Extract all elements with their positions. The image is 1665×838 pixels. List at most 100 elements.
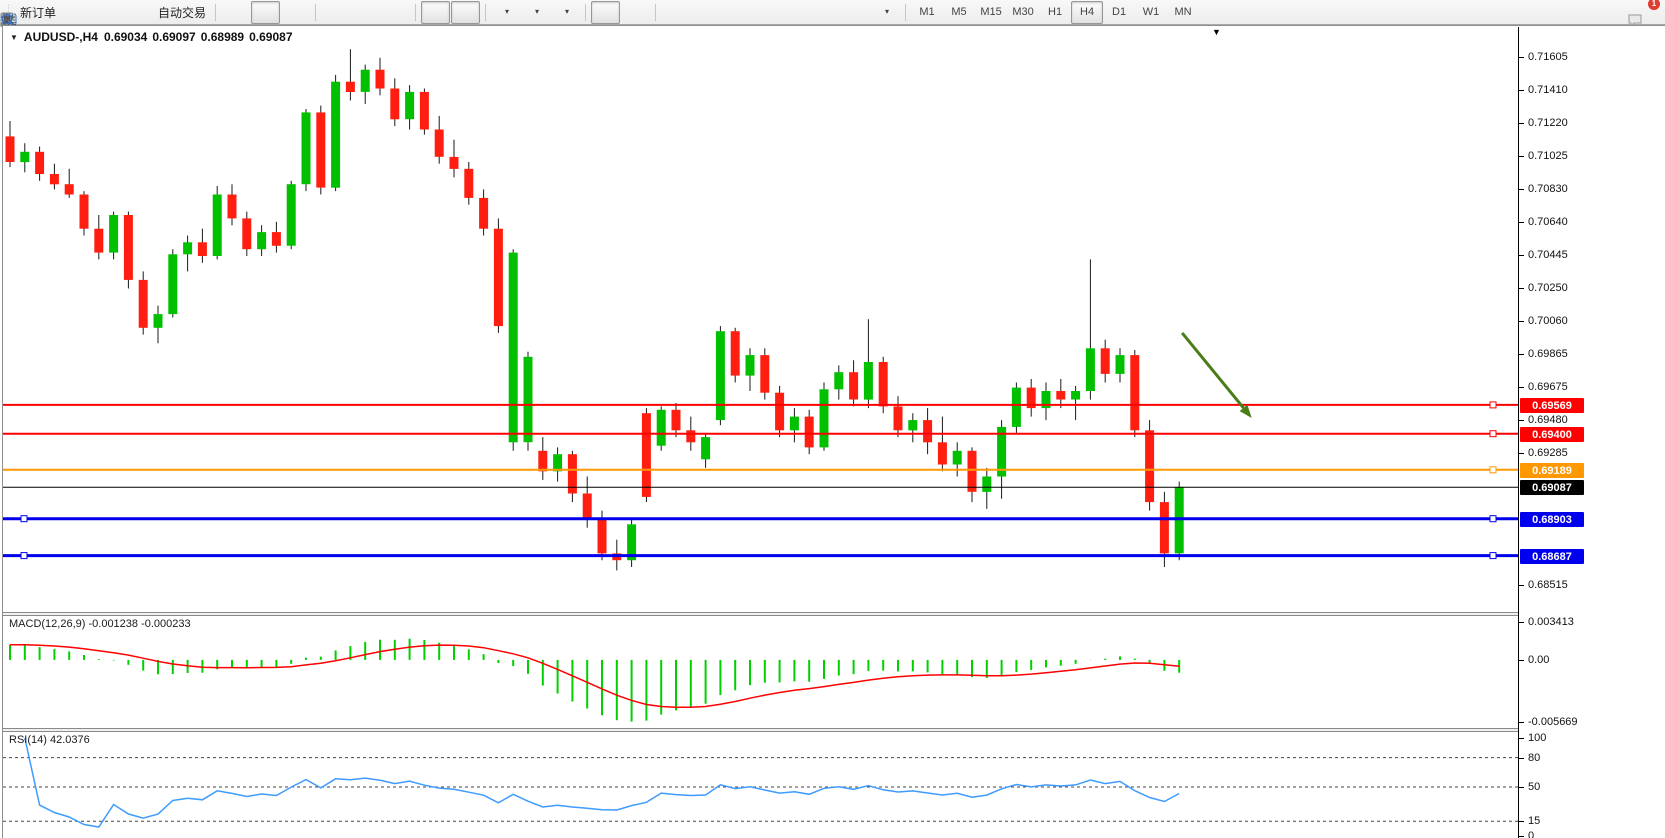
trendline-tool-button[interactable] [721,1,750,24]
price-tick: 0.69675 [1528,381,1568,393]
vertical-line-tool-button[interactable] [661,1,690,24]
tile-windows-button[interactable] [381,1,410,24]
axis-tick [1519,758,1524,759]
rsi-tick: 0 [1528,830,1534,838]
rsi-tick: 15 [1528,815,1540,827]
bar-chart-button[interactable] [221,1,250,24]
search-button[interactable] [1591,1,1620,24]
price-tick: 0.70640 [1528,216,1568,228]
crosshair-tool-button[interactable] [621,1,650,24]
chart-window: ▼ AUDUSD-,H4 0.69034 0.69097 0.68989 0.6… [3,26,1665,838]
chart-shift-marker-icon[interactable]: ▼ [1212,27,1221,37]
periods-button[interactable]: ▾ [521,1,550,24]
hline-price-tag: 0.68687 [1520,549,1584,564]
cursor-tool-button[interactable] [591,1,620,24]
auto-trading-button[interactable]: 自动交易 [151,1,210,24]
text-tool-button[interactable]: A [811,1,840,24]
axis-tick [1519,90,1524,91]
axis-tick [1519,660,1524,661]
fibonacci-tool-button[interactable]: F [781,1,810,24]
axis-tick [1519,354,1524,355]
macd-tick: 0.003413 [1528,616,1574,628]
timeframe-w1-button[interactable]: W1 [1135,1,1167,24]
zoom-in-button[interactable] [321,1,350,24]
ohlc-high: 0.69097 [152,30,195,44]
axis-tick [1519,222,1524,223]
rsi-indicator-label: RSI(14) 42.0376 [9,734,90,746]
hline-0.69189[interactable] [3,467,1518,473]
toolbar-separator [655,4,656,21]
candlestick-chart-button[interactable] [251,1,280,24]
auto-trading-label: 自动交易 [158,4,206,21]
horizontal-line-tool-button[interactable] [691,1,720,24]
axis-tick [1519,836,1524,837]
timeframe-d1-button[interactable]: D1 [1103,1,1135,24]
price-tick: 0.71220 [1528,117,1568,129]
price-tick: 0.70060 [1528,315,1568,327]
price-tick: 0.68515 [1528,579,1568,591]
toolbar-separator [485,4,486,21]
arrows-tool-button[interactable]: ▾ [871,1,900,24]
chart-ohlc-header: ▼ AUDUSD-,H4 0.69034 0.69097 0.68989 0.6… [10,30,293,44]
price-tick: 0.69480 [1528,414,1568,426]
signals-button[interactable] [121,1,150,24]
line-chart-button[interactable] [281,1,310,24]
new-order-button[interactable]: 新订单 [13,1,60,24]
axis-tick [1519,420,1524,421]
axis-tick [1519,622,1524,623]
current-price-tag: 0.69087 [1520,480,1584,495]
rsi-tick: 80 [1528,752,1540,764]
hline-price-tag: 0.68903 [1520,512,1584,527]
macd-name: MACD(12,26,9) [9,618,85,630]
zoom-out-button[interactable] [351,1,380,24]
equidistant-channel-tool-button[interactable]: E [751,1,780,24]
price-tick: 0.71025 [1528,150,1568,162]
macd-indicator-label: MACD(12,26,9) -0.001238 -0.000233 [9,618,191,630]
hline-0.68687[interactable] [3,553,1518,559]
chart-shift-button[interactable] [451,1,480,24]
timeframe-mn-button[interactable]: MN [1167,1,1199,24]
caret-down-icon: ▾ [535,8,539,16]
axis-tick [1519,288,1524,289]
macd-panel-canvas[interactable] [3,616,1518,728]
data-window-button[interactable] [91,1,120,24]
timeframe-m5-button[interactable]: M5 [943,1,975,24]
ohlc-low: 0.68989 [201,30,244,44]
axis-tick [1519,738,1524,739]
price-tick: 0.71605 [1528,51,1568,63]
chat-button[interactable]: 1 [1626,1,1655,24]
axis-tick [1519,255,1524,256]
price-tick: 0.69865 [1528,348,1568,360]
indicators-button[interactable]: ▾ [491,1,520,24]
timeframe-group: M1M5M15M30H1H4D1W1MN [911,1,1199,24]
caret-down-icon: ▾ [565,8,569,16]
rsi-panel-canvas[interactable] [3,732,1518,838]
timeframe-h4-button[interactable]: H4 [1071,1,1103,24]
hline-price-tag: 0.69189 [1520,463,1584,478]
rsi-tick: 100 [1528,732,1546,744]
rsi-tick: 50 [1528,781,1540,793]
auto-scroll-button[interactable] [421,1,450,24]
text-label-tool-button[interactable]: T [841,1,870,24]
timeframe-h1-button[interactable]: H1 [1039,1,1071,24]
hline-0.69569[interactable] [3,402,1518,408]
timeframe-m15-button[interactable]: M15 [975,1,1007,24]
hline-0.69400[interactable] [3,431,1518,437]
hline-0.68903[interactable] [3,516,1518,522]
templates-button[interactable]: ▾ [551,1,580,24]
ohlc-dropdown-icon[interactable]: ▼ [10,33,18,42]
axis-tick [1519,156,1524,157]
price-axis[interactable]: 0.716050.714100.712200.710250.708300.706… [1518,27,1665,838]
new-order-label: 新订单 [20,4,56,21]
toolbar-separator [415,4,416,21]
timeframe-m1-button[interactable]: M1 [911,1,943,24]
axis-tick [1519,821,1524,822]
axis-tick [1519,321,1524,322]
axis-tick [1519,189,1524,190]
market-watch-button[interactable] [61,1,90,24]
price-tick: 0.69285 [1528,447,1568,459]
timeframe-m30-button[interactable]: M30 [1007,1,1039,24]
chart-symbol-period: AUDUSD-,H4 [24,30,98,44]
axis-tick [1519,387,1524,388]
price-chart-canvas[interactable] [3,27,1518,586]
